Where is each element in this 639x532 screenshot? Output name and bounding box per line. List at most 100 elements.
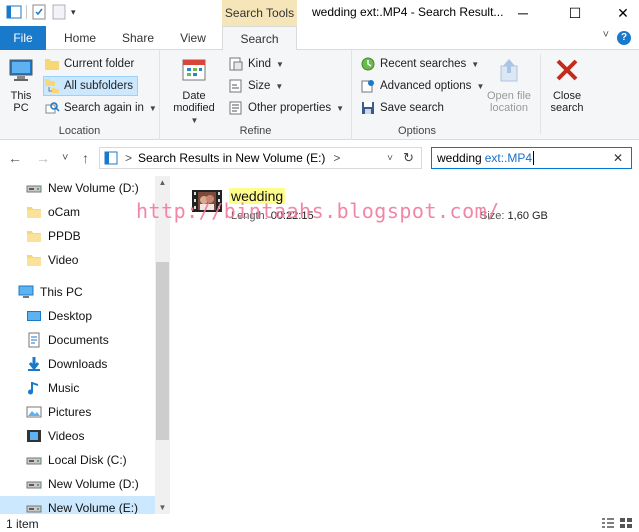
search-again-icon bbox=[45, 102, 60, 114]
search-again-in-button[interactable]: Search again in ▼ bbox=[44, 98, 157, 118]
address-row: ← → ˅ ↑ > Search Results in New Volume (… bbox=[0, 140, 639, 176]
sidebar-item[interactable]: Videos bbox=[0, 424, 155, 448]
sidebar-item[interactable]: Downloads bbox=[0, 352, 155, 376]
search-query-term: wedding bbox=[437, 151, 482, 165]
options-group: Recent searches ▼ Advanced options ▼ Sav… bbox=[352, 50, 594, 140]
view-switcher bbox=[601, 517, 633, 529]
advanced-options-label: Advanced options bbox=[380, 80, 472, 92]
tab-home[interactable]: Home bbox=[54, 26, 106, 50]
window-title: wedding ext:.MP4 - Search Result... bbox=[312, 5, 504, 19]
properties-icon[interactable] bbox=[31, 4, 47, 20]
sidebar-item[interactable]: Desktop bbox=[0, 304, 155, 328]
options-divider bbox=[540, 54, 541, 134]
address-dropdown-icon[interactable]: ˅ bbox=[387, 153, 393, 164]
sidebar-item-label: Music bbox=[48, 381, 80, 395]
sidebar-item-label: This PC bbox=[40, 285, 83, 299]
close-button[interactable]: ✕ bbox=[600, 0, 639, 26]
help-icon[interactable]: ? bbox=[617, 31, 631, 45]
sidebar-item-label: New Volume (D:) bbox=[48, 477, 139, 491]
kind-icon bbox=[229, 57, 243, 71]
collapse-ribbon-icon[interactable]: ˅ bbox=[603, 29, 609, 41]
options-group-label: Options bbox=[398, 125, 436, 137]
recent-searches-button[interactable]: Recent searches ▼ bbox=[360, 54, 479, 74]
chevron-down-icon: ▼ bbox=[276, 59, 284, 69]
advanced-options-button[interactable]: Advanced options ▼ bbox=[360, 76, 484, 96]
scrollbar-thumb[interactable] bbox=[156, 262, 169, 440]
qat-divider bbox=[26, 5, 27, 19]
sidebar-item[interactable]: Documents bbox=[0, 328, 155, 352]
drive-icon bbox=[26, 180, 42, 196]
tab-view[interactable]: View bbox=[168, 26, 218, 50]
customize-qat-icon[interactable]: ▾ bbox=[71, 7, 76, 18]
sidebar-item[interactable]: Pictures bbox=[0, 400, 155, 424]
address-path[interactable]: Search Results in New Volume (E:) bbox=[138, 151, 325, 165]
watermark-text: http://bintaahs.blogspot.com/ bbox=[136, 199, 500, 223]
close-search-icon bbox=[556, 59, 578, 81]
all-subfolders-label: All subfolders bbox=[64, 80, 134, 92]
search-box[interactable]: wedding ext:.MP4 ✕ bbox=[431, 147, 632, 169]
address-trail-separator[interactable]: > bbox=[333, 151, 340, 165]
scroll-down-icon[interactable]: ▼ bbox=[155, 503, 170, 512]
all-subfolders-button[interactable]: All subfolders bbox=[43, 76, 139, 96]
sidebar-item-label: Videos bbox=[48, 429, 85, 443]
navigation-scrollbar[interactable]: ▲ ▼ bbox=[155, 176, 170, 514]
tab-share[interactable]: Share bbox=[112, 26, 164, 50]
sidebar-item[interactable]: oCam bbox=[0, 200, 155, 224]
sidebar-item[interactable]: Video bbox=[0, 248, 155, 272]
drive-icon bbox=[26, 452, 42, 468]
sidebar-item[interactable]: New Volume (E:) bbox=[0, 496, 155, 514]
sidebar-item[interactable]: Music bbox=[0, 376, 155, 400]
tab-file[interactable]: File bbox=[0, 26, 46, 50]
videos-icon bbox=[26, 428, 42, 444]
kind-button[interactable]: Kind ▼ bbox=[228, 54, 284, 74]
open-file-location-button[interactable]: Open file location bbox=[482, 56, 536, 114]
new-folder-icon[interactable] bbox=[51, 4, 67, 20]
large-icons-view-icon[interactable] bbox=[619, 517, 633, 529]
advanced-options-icon bbox=[361, 80, 374, 93]
up-button[interactable]: ↑ bbox=[82, 150, 89, 166]
explorer-window-icon[interactable] bbox=[6, 4, 22, 20]
tab-search[interactable]: Search bbox=[222, 26, 297, 51]
status-bar: 1 item bbox=[0, 514, 639, 532]
save-search-button[interactable]: Save search bbox=[360, 98, 444, 118]
clear-search-icon[interactable]: ✕ bbox=[613, 151, 623, 165]
folder-icon bbox=[26, 228, 42, 244]
computer-icon bbox=[18, 284, 34, 300]
item-count: 1 item bbox=[6, 517, 39, 531]
open-file-location-icon bbox=[500, 59, 518, 82]
current-folder-button[interactable]: Current folder bbox=[44, 54, 134, 74]
date-modified-label: Date modified ▼ bbox=[173, 90, 215, 125]
sidebar-item-label: Video bbox=[48, 253, 79, 267]
sidebar-item[interactable]: New Volume (D:) bbox=[0, 176, 155, 200]
pictures-icon bbox=[26, 404, 42, 420]
recent-locations-button[interactable]: ˅ bbox=[62, 152, 68, 164]
save-icon bbox=[362, 102, 374, 114]
folder-icon bbox=[26, 204, 42, 220]
details-view-icon[interactable] bbox=[601, 517, 615, 529]
drive-icon bbox=[26, 500, 42, 514]
recent-searches-label: Recent searches bbox=[380, 58, 467, 70]
date-modified-button[interactable]: Date modified ▼ bbox=[170, 56, 218, 127]
refine-group-label: Refine bbox=[239, 125, 272, 137]
back-button[interactable]: ← bbox=[8, 150, 22, 166]
sidebar-item-label: Local Disk (C:) bbox=[48, 453, 127, 467]
chevron-down-icon: ▼ bbox=[471, 59, 480, 69]
sidebar-item-label: oCam bbox=[48, 205, 81, 219]
sidebar-item[interactable]: PPDB bbox=[0, 224, 155, 248]
sidebar-item[interactable]: Local Disk (C:) bbox=[0, 448, 155, 472]
other-properties-button[interactable]: Other properties ▼ bbox=[228, 98, 344, 118]
file-list: wedding Length: 00:22:15 Size: 1,60 GB bbox=[170, 176, 639, 514]
refresh-icon[interactable]: ↻ bbox=[403, 150, 414, 166]
maximize-button[interactable]: ☐ bbox=[552, 0, 598, 26]
close-search-button[interactable]: Close search bbox=[544, 56, 590, 114]
minimize-button[interactable]: ─ bbox=[500, 0, 546, 26]
address-bar[interactable]: > Search Results in New Volume (E:) > ˅ … bbox=[99, 147, 422, 169]
sidebar-item[interactable]: This PC bbox=[0, 280, 155, 304]
scroll-up-icon[interactable]: ▲ bbox=[155, 178, 170, 187]
size-button[interactable]: Size ▼ bbox=[228, 76, 283, 96]
this-pc-button[interactable]: This PC bbox=[4, 56, 38, 114]
forward-button[interactable]: → bbox=[36, 150, 50, 166]
location-group-label: Location bbox=[58, 125, 101, 137]
sidebar-item[interactable]: New Volume (D:) bbox=[0, 472, 155, 496]
chevron-down-icon: ▼ bbox=[148, 103, 157, 113]
